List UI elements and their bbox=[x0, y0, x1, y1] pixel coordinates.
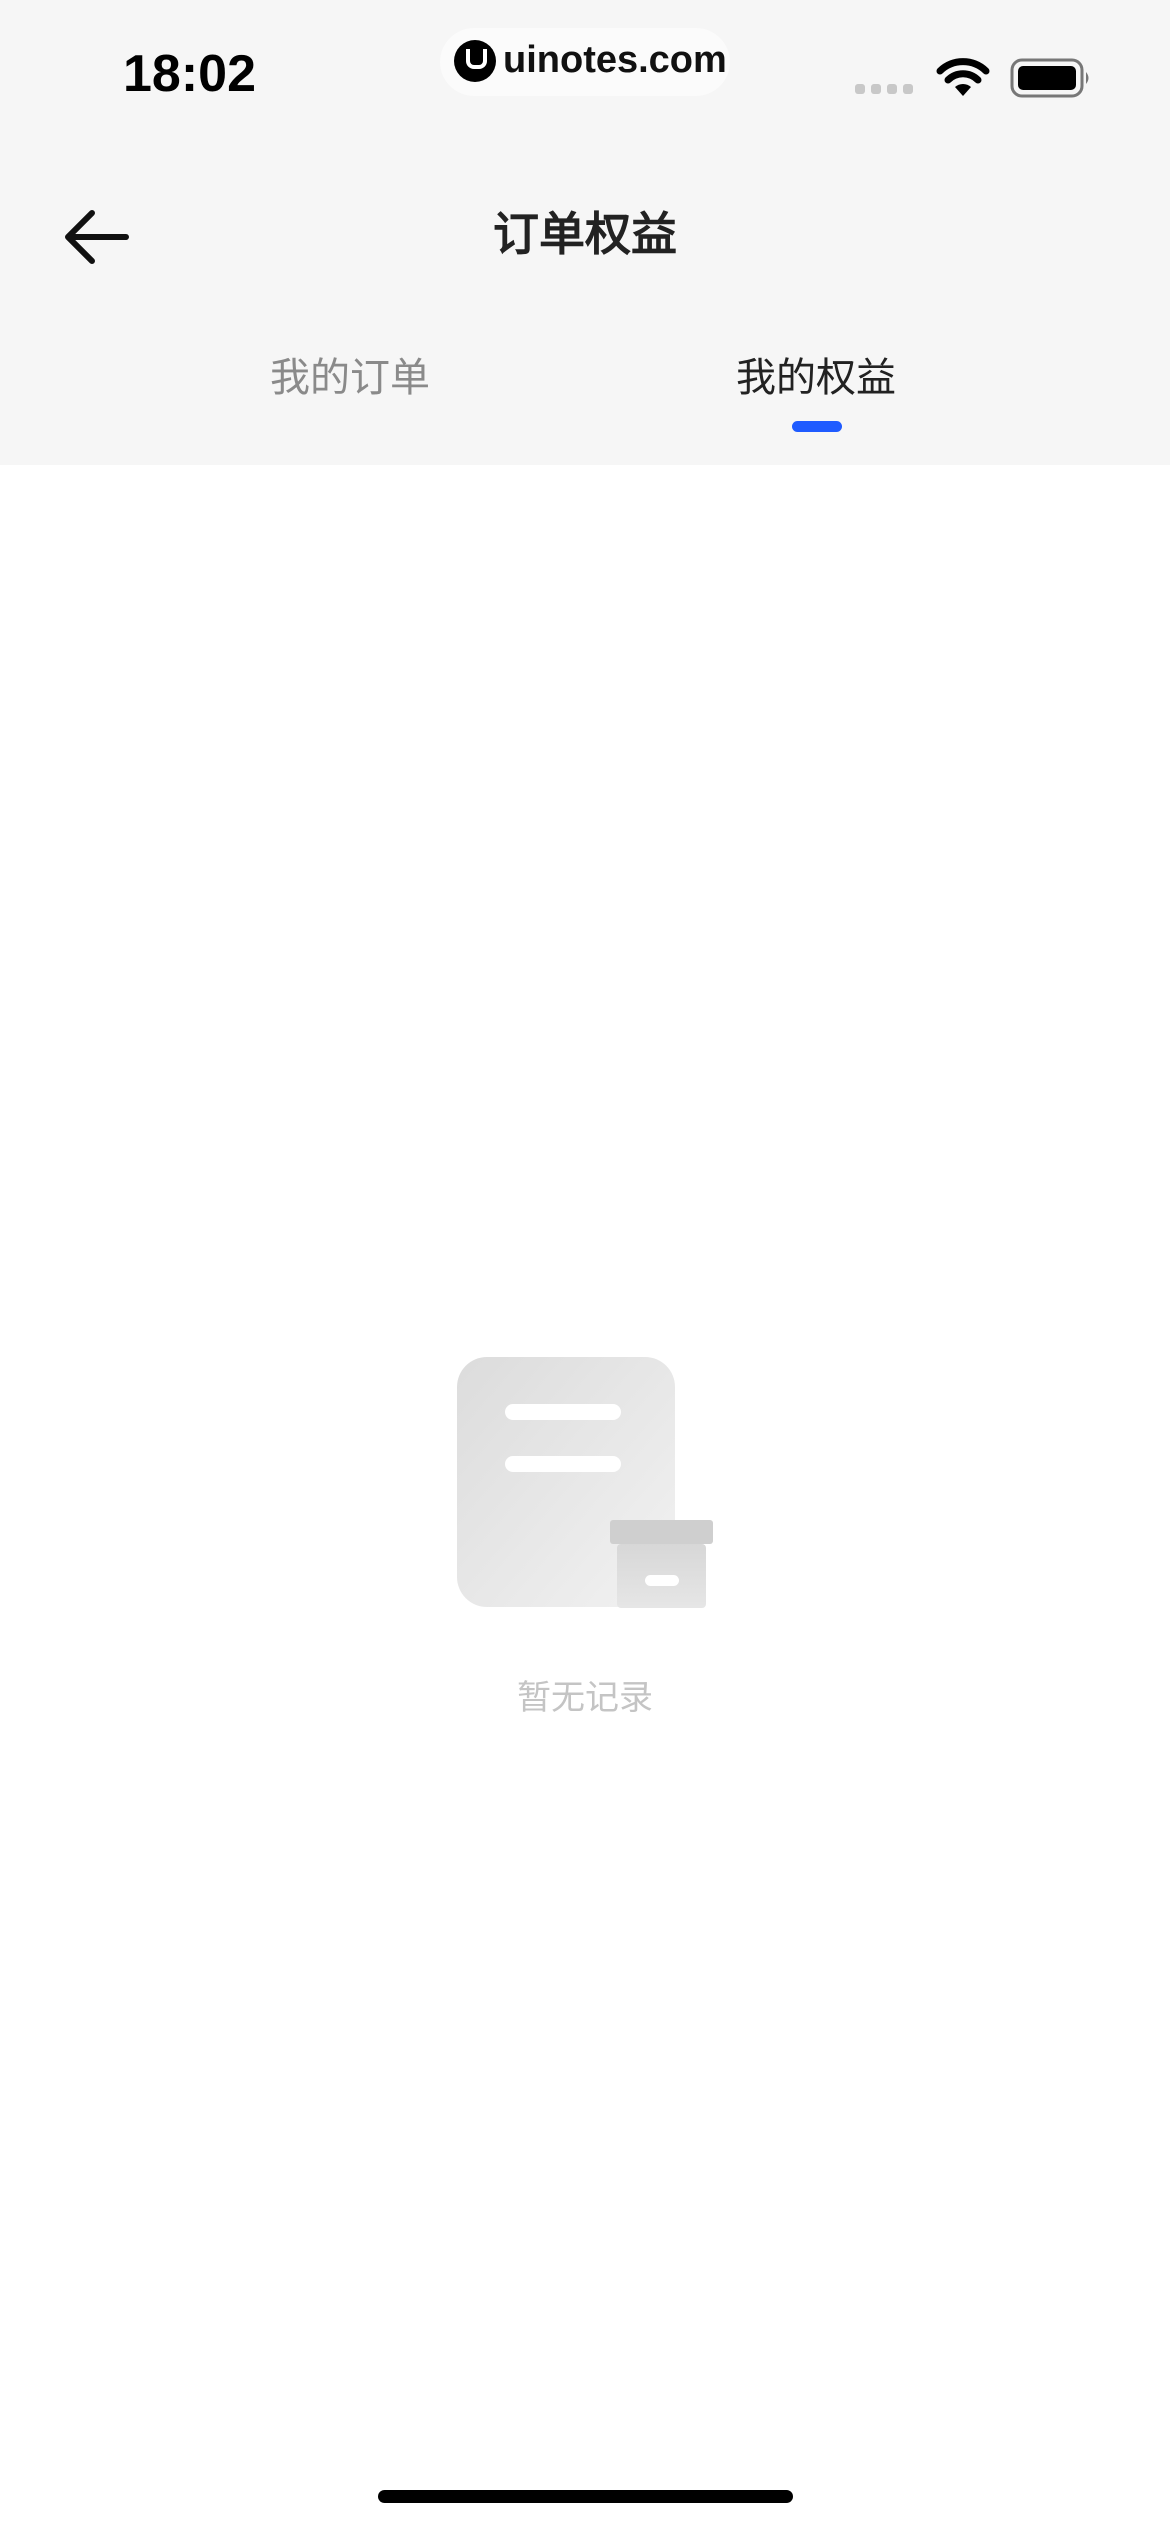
empty-state-message: 暂无记录 bbox=[517, 1678, 653, 1718]
active-tab-indicator bbox=[792, 421, 842, 432]
wifi-icon bbox=[936, 58, 990, 96]
battery-icon bbox=[1010, 58, 1089, 98]
home-indicator bbox=[378, 2490, 793, 2503]
uinotes-logo-icon bbox=[454, 40, 496, 82]
status-time: 18:02 bbox=[123, 45, 256, 103]
empty-document-box-icon bbox=[457, 1357, 713, 1608]
empty-state-illustration bbox=[455, 1355, 715, 1610]
tab-my-benefits[interactable]: 我的权益 bbox=[666, 345, 966, 403]
page-title: 订单权益 bbox=[493, 207, 677, 261]
watermark-badge: uinotes.com bbox=[440, 28, 730, 96]
watermark-text: uinotes.com bbox=[503, 39, 727, 81]
signal-icon bbox=[855, 84, 915, 94]
tab-my-orders[interactable]: 我的订单 bbox=[200, 345, 500, 403]
